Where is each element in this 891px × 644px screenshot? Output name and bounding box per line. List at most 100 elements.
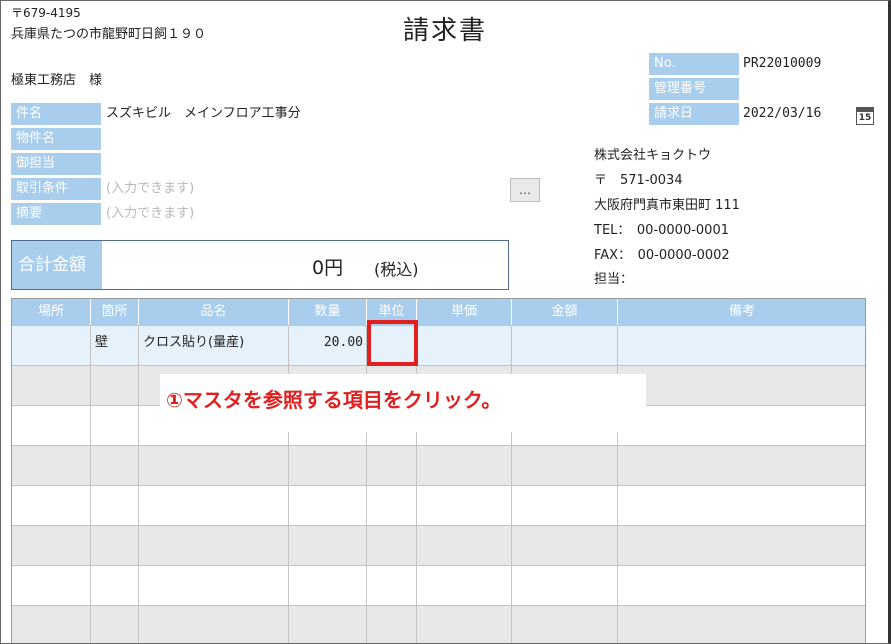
table-cell-品名[interactable] <box>139 446 289 486</box>
table-cell-数量[interactable] <box>289 526 367 566</box>
table-cell-単価[interactable] <box>417 446 512 486</box>
total-amount: 0円 <box>312 257 344 279</box>
field-value[interactable] <box>106 153 496 175</box>
table-row[interactable] <box>12 565 865 606</box>
table-cell-箇所[interactable] <box>91 486 139 526</box>
company-fax: FAX： 00-0000-0002 <box>594 248 730 263</box>
table-cell-箇所[interactable] <box>91 406 139 446</box>
field-label: 取引条件 <box>11 178 101 200</box>
table-cell-備考[interactable] <box>618 446 865 486</box>
table-cell-箇所[interactable] <box>91 366 139 406</box>
table-cell-単位[interactable] <box>367 446 417 486</box>
field-row: 摘要 (入力できます) <box>11 203 491 228</box>
doc-info-row: 請求日 2022/03/16 <box>649 103 849 128</box>
table-cell-箇所[interactable]: 壁 <box>91 326 139 366</box>
doc-info-label: 請求日 <box>649 103 739 125</box>
table-cell-場所[interactable] <box>12 366 91 406</box>
invoice-fields: 件名 スズキビル メインフロア工事分 物件名 御担当 取引条件 (入力できます) 摘要 (入力… <box>11 103 491 228</box>
field-value[interactable]: (入力できます) <box>106 178 496 200</box>
ellipsis-button[interactable]: … <box>510 178 540 202</box>
table-cell-備考[interactable] <box>618 406 865 446</box>
table-cell-単位[interactable] <box>367 566 417 606</box>
field-label: 物件名 <box>11 128 101 150</box>
column-header: 品名 <box>139 299 289 325</box>
field-value[interactable] <box>106 128 496 150</box>
doc-info-value[interactable]: PR22010009 <box>743 53 849 75</box>
table-cell-場所[interactable] <box>12 566 91 606</box>
column-header: 数量 <box>289 299 367 325</box>
table-cell-数量[interactable] <box>289 486 367 526</box>
table-cell-数量[interactable] <box>289 606 367 644</box>
table-cell-単価[interactable] <box>417 566 512 606</box>
table-cell-金額[interactable] <box>512 566 618 606</box>
table-cell-備考[interactable] <box>618 566 865 606</box>
table-cell-品名[interactable] <box>139 606 289 644</box>
total-box: 合計金額 0円 (税込) <box>11 240 509 290</box>
doc-info-label: No. <box>649 53 739 75</box>
table-cell-備考[interactable] <box>618 606 865 644</box>
table-cell-箇所[interactable] <box>91 446 139 486</box>
page-title: 請求書 <box>403 16 488 46</box>
total-tax-note: (税込) <box>374 260 419 279</box>
table-cell-箇所[interactable] <box>91 526 139 566</box>
customer-address: 兵庫県たつの市龍野町日飼１９０ <box>11 27 207 42</box>
table-cell-品名[interactable] <box>139 486 289 526</box>
column-header: 箇所 <box>91 299 139 325</box>
company-tel: TEL： 00-0000-0001 <box>594 223 729 238</box>
table-cell-単位[interactable] <box>367 606 417 644</box>
table-cell-品名[interactable] <box>139 526 289 566</box>
table-cell-箇所[interactable] <box>91 606 139 644</box>
table-cell-備考[interactable] <box>618 366 865 406</box>
table-cell-場所[interactable] <box>12 486 91 526</box>
table-cell-場所[interactable] <box>12 326 91 366</box>
table-cell-金額[interactable] <box>512 326 618 366</box>
customer-postal: 〒679-4195 <box>11 6 81 20</box>
doc-info-label: 管理番号 <box>649 78 739 100</box>
table-row[interactable] <box>12 525 865 566</box>
table-cell-単価[interactable] <box>417 526 512 566</box>
table-cell-金額[interactable] <box>512 526 618 566</box>
table-cell-品名[interactable]: クロス貼り(量産) <box>139 326 289 366</box>
table-cell-単位[interactable] <box>367 486 417 526</box>
field-row: 御担当 <box>11 153 491 178</box>
field-row: 取引条件 (入力できます) <box>11 178 491 203</box>
doc-info-value[interactable]: 2022/03/16 <box>743 103 849 125</box>
company-name: 株式会社キョクトウ <box>594 148 712 163</box>
column-header: 単価 <box>417 299 512 325</box>
column-header: 金額 <box>512 299 618 325</box>
field-label: 件名 <box>11 103 101 125</box>
calendar-icon[interactable]: 15 <box>856 107 874 125</box>
table-cell-備考[interactable] <box>618 486 865 526</box>
table-cell-数量[interactable]: 20.00 <box>289 326 367 366</box>
table-cell-品名[interactable] <box>139 566 289 606</box>
table-cell-単価[interactable] <box>417 326 512 366</box>
table-cell-場所[interactable] <box>12 406 91 446</box>
instruction-text: ①マスタを参照する項目をクリック。 <box>166 388 502 412</box>
total-label: 合計金額 <box>12 241 102 289</box>
table-row[interactable]: 壁クロス貼り(量産) 20.00 <box>12 325 865 366</box>
table-cell-備考[interactable] <box>618 326 865 366</box>
doc-info-value[interactable] <box>743 78 849 100</box>
table-cell-金額[interactable] <box>512 606 618 644</box>
unit-cell-highlight[interactable] <box>367 320 418 366</box>
table-cell-数量[interactable] <box>289 566 367 606</box>
doc-info-block: No. PR22010009 管理番号請求日 2022/03/16 <box>649 53 849 128</box>
table-cell-金額[interactable] <box>512 486 618 526</box>
table-cell-場所[interactable] <box>12 606 91 644</box>
table-row[interactable] <box>12 445 865 486</box>
table-cell-数量[interactable] <box>289 446 367 486</box>
field-value[interactable]: (入力できます) <box>106 203 496 225</box>
detail-table: 場所 箇所 品名 数量 単位 単価 金額 備考 壁クロス貼り(量産) 20.00 <box>11 298 866 644</box>
table-cell-備考[interactable] <box>618 526 865 566</box>
table-row[interactable] <box>12 485 865 526</box>
table-cell-場所[interactable] <box>12 526 91 566</box>
table-cell-箇所[interactable] <box>91 566 139 606</box>
field-value[interactable]: スズキビル メインフロア工事分 <box>106 103 496 125</box>
table-cell-単価[interactable] <box>417 486 512 526</box>
table-row[interactable] <box>12 605 865 644</box>
table-cell-単位[interactable] <box>367 526 417 566</box>
company-postal: 〒 571-0034 <box>594 173 683 188</box>
table-cell-場所[interactable] <box>12 446 91 486</box>
table-cell-金額[interactable] <box>512 446 618 486</box>
table-cell-単価[interactable] <box>417 606 512 644</box>
